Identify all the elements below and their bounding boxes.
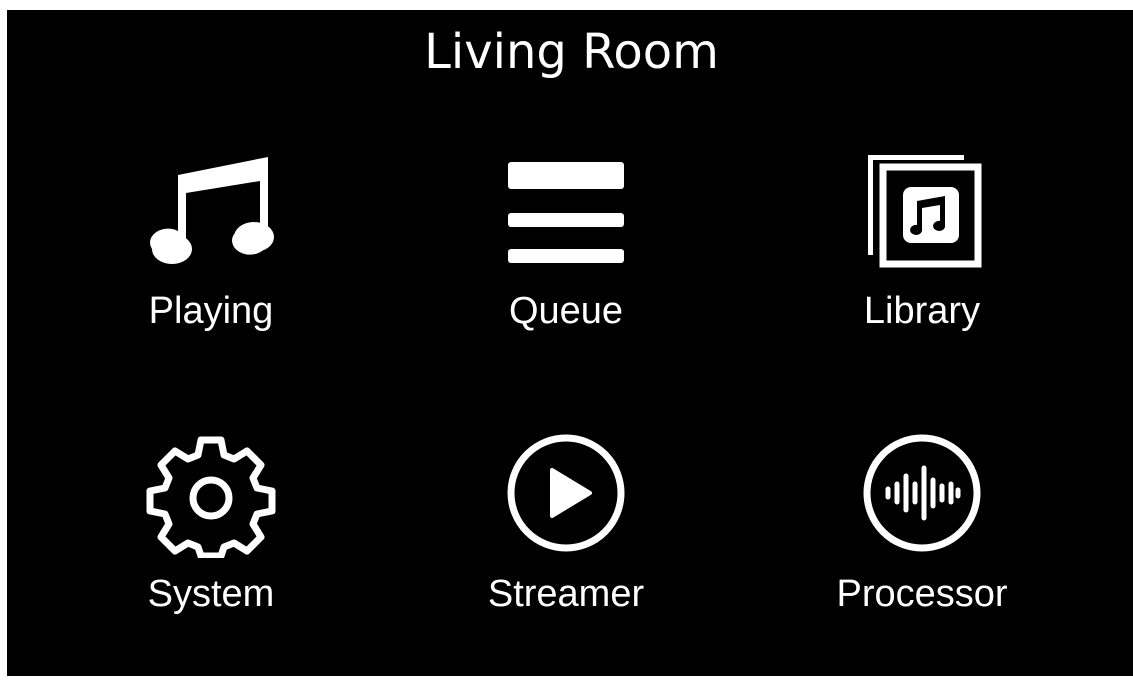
play-circle-icon (501, 428, 631, 558)
tile-label: Processor (836, 573, 1008, 615)
tile-label: Queue (508, 290, 624, 332)
tile-library[interactable]: Library (772, 145, 1072, 355)
tile-label: Streamer (487, 573, 645, 615)
tile-processor[interactable]: Processor (772, 428, 1072, 638)
tile-label: System (147, 573, 275, 615)
tile-label: Library (863, 290, 981, 332)
room-title: Living Room (424, 24, 719, 80)
waveform-circle-icon (857, 428, 987, 558)
tile-playing[interactable]: Playing (61, 145, 361, 355)
home-screen: Living Room Playing Queue Library System… (7, 10, 1133, 676)
tile-label: Playing (148, 290, 274, 332)
tile-queue[interactable]: Queue (416, 145, 716, 355)
tile-system[interactable]: System (61, 428, 361, 638)
library-album-icon (857, 145, 987, 275)
tile-streamer[interactable]: Streamer (416, 428, 716, 638)
queue-list-icon (501, 145, 631, 275)
music-note-icon (146, 145, 276, 275)
gear-icon (146, 428, 276, 558)
